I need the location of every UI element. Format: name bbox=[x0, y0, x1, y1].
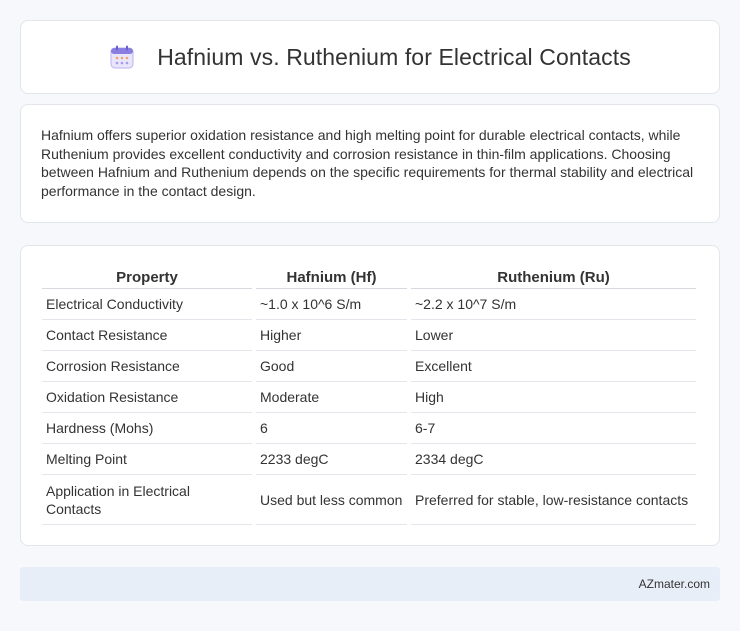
property-cell: Corrosion Resistance bbox=[42, 351, 252, 382]
ruthenium-cell: Preferred for stable, low-resistance con… bbox=[411, 475, 696, 525]
hafnium-cell: ~1.0 x 10^6 S/m bbox=[256, 289, 407, 320]
footer-site-label: AZmater.com bbox=[638, 577, 710, 591]
ruthenium-cell: Excellent bbox=[411, 351, 696, 382]
title-wrap: Hafnium vs. Ruthenium for Electrical Con… bbox=[109, 44, 631, 71]
hafnium-cell: 6 bbox=[256, 413, 407, 444]
comparison-table-card: Property Hafnium (Hf) Ruthenium (Ru) Ele… bbox=[20, 245, 720, 546]
table-row: Contact Resistance Higher Lower bbox=[42, 320, 696, 351]
property-cell: Hardness (Mohs) bbox=[42, 413, 252, 444]
intro-paragraph: Hafnium offers superior oxidation resist… bbox=[41, 127, 694, 199]
table-row: Application in Electrical Contacts Used … bbox=[42, 475, 696, 525]
hafnium-cell: 2233 degC bbox=[256, 444, 407, 475]
property-cell: Application in Electrical Contacts bbox=[42, 475, 252, 525]
page-title: Hafnium vs. Ruthenium for Electrical Con… bbox=[157, 43, 631, 70]
ruthenium-cell: 2334 degC bbox=[411, 444, 696, 475]
table-header-row: Property Hafnium (Hf) Ruthenium (Ru) bbox=[42, 265, 696, 289]
ruthenium-cell: ~2.2 x 10^7 S/m bbox=[411, 289, 696, 320]
footer-bar: AZmater.com bbox=[20, 567, 720, 601]
ruthenium-cell: High bbox=[411, 382, 696, 413]
ruthenium-cell: 6-7 bbox=[411, 413, 696, 444]
table-row: Corrosion Resistance Good Excellent bbox=[42, 351, 696, 382]
table-row: Electrical Conductivity ~1.0 x 10^6 S/m … bbox=[42, 289, 696, 320]
table-row: Oxidation Resistance Moderate High bbox=[42, 382, 696, 413]
column-header-property: Property bbox=[42, 265, 252, 289]
hafnium-cell: Used but less common bbox=[256, 475, 407, 525]
property-cell: Contact Resistance bbox=[42, 320, 252, 351]
property-cell: Oxidation Resistance bbox=[42, 382, 252, 413]
ruthenium-cell: Lower bbox=[411, 320, 696, 351]
hafnium-cell: Higher bbox=[256, 320, 407, 351]
calendar-icon bbox=[110, 45, 134, 69]
column-header-hafnium: Hafnium (Hf) bbox=[256, 265, 407, 289]
hafnium-cell: Moderate bbox=[256, 382, 407, 413]
property-cell: Electrical Conductivity bbox=[42, 289, 252, 320]
hafnium-cell: Good bbox=[256, 351, 407, 382]
property-cell: Melting Point bbox=[42, 444, 252, 475]
column-header-ruthenium: Ruthenium (Ru) bbox=[411, 265, 696, 289]
title-card: Hafnium vs. Ruthenium for Electrical Con… bbox=[20, 20, 720, 94]
intro-card: Hafnium offers superior oxidation resist… bbox=[20, 104, 720, 223]
table-row: Melting Point 2233 degC 2334 degC bbox=[42, 444, 696, 475]
comparison-table: Property Hafnium (Hf) Ruthenium (Ru) Ele… bbox=[38, 265, 700, 525]
table-row: Hardness (Mohs) 6 6-7 bbox=[42, 413, 696, 444]
